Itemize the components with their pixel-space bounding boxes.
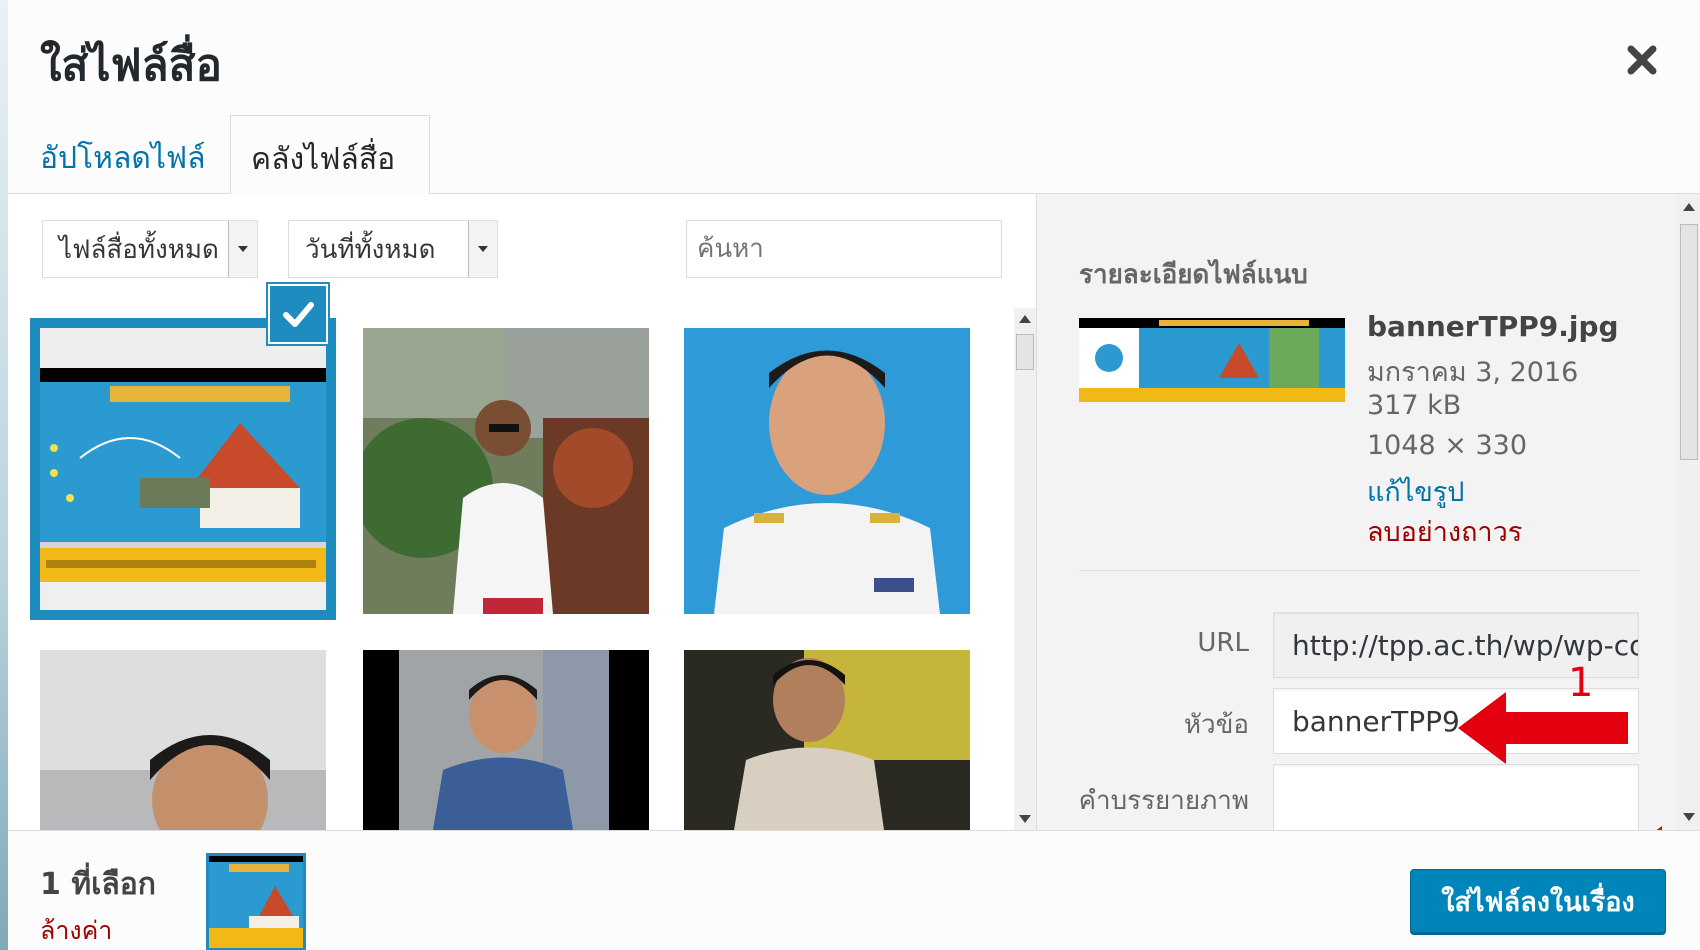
- sidebar-scrollbar[interactable]: [1677, 194, 1700, 830]
- edit-image-link[interactable]: แก้ไขรูป: [1367, 470, 1464, 513]
- attachment-thumbnail[interactable]: [363, 650, 649, 830]
- insert-into-post-button[interactable]: ใส่ไฟล์ลงในเรื่อง: [1410, 869, 1666, 933]
- tab-media-library[interactable]: คลังไฟล์สื่อ: [230, 115, 430, 195]
- checkmark-icon: [283, 302, 314, 327]
- attachment-thumbnail[interactable]: [40, 650, 326, 830]
- close-icon[interactable]: [1622, 40, 1662, 80]
- selection-thumbnail[interactable]: [206, 853, 306, 950]
- media-toolbar-footer: 1 ที่เลือก ล้างค่า ใส่ไฟล์ลงในเรื่อง: [8, 830, 1700, 950]
- media-modal: ใส่ไฟล์สื่อ อัปโหลดไฟล์ คลังไฟล์สื่อ ไฟล…: [8, 0, 1700, 950]
- details-filename: bannerTPP9.jpg: [1367, 310, 1619, 343]
- details-date: มกราคม 3, 2016: [1367, 357, 1579, 388]
- details-thumbnail: [1079, 318, 1345, 402]
- modal-title: ใส่ไฟล์สื่อ: [40, 40, 222, 91]
- delete-permanently-link[interactable]: ลบอย่างถาวร: [1367, 510, 1522, 553]
- date-filter-value: วันที่ทั้งหมด: [305, 234, 436, 265]
- scroll-up-icon[interactable]: [1678, 196, 1700, 218]
- details-filesize: 317 kB: [1367, 390, 1462, 421]
- attachments-browser: ไฟล์สื่อทั้งหมด วันที่ทั้งหมด: [8, 194, 1036, 830]
- attachment-thumbnail[interactable]: [363, 328, 649, 614]
- tab-upload-files[interactable]: อัปโหลดไฟล์: [40, 135, 206, 182]
- scroll-down-icon[interactable]: [1014, 808, 1036, 830]
- media-type-filter-value: ไฟล์สื่อทั้งหมด: [59, 234, 219, 265]
- date-filter[interactable]: วันที่ทั้งหมด: [288, 220, 498, 278]
- chevron-down-icon: [468, 221, 497, 277]
- selected-check-button[interactable]: [270, 286, 326, 342]
- media-type-filter[interactable]: ไฟล์สื่อทั้งหมด: [42, 220, 258, 278]
- attachment-thumbnail[interactable]: [684, 650, 970, 830]
- url-label: URL: [1197, 628, 1249, 658]
- search-input[interactable]: [686, 220, 1002, 278]
- annotation-arrow-icon: [1458, 692, 1638, 764]
- details-divider: [1079, 570, 1639, 571]
- title-label: หัวข้อ: [1183, 710, 1249, 740]
- details-heading: รายละเอียดไฟล์แนบ: [1079, 260, 1308, 290]
- sidebar-scrollbar-thumb[interactable]: [1680, 224, 1698, 460]
- attachment-thumbnail[interactable]: [40, 328, 326, 610]
- chevron-down-icon: [228, 221, 257, 277]
- attachment-thumbnail[interactable]: [684, 328, 970, 614]
- tab-media-library-label: คลังไฟล์สื่อ: [251, 142, 396, 177]
- grid-scrollbar[interactable]: [1014, 308, 1036, 830]
- grid-scrollbar-thumb[interactable]: [1016, 334, 1034, 370]
- background-decoration: [0, 0, 8, 950]
- caption-label: คำบรรยายภาพ: [1078, 786, 1249, 816]
- scroll-up-icon[interactable]: [1014, 308, 1036, 330]
- selection-count: 1 ที่เลือก: [40, 867, 156, 902]
- details-dimensions: 1048 × 330: [1367, 430, 1528, 461]
- scroll-down-icon[interactable]: [1678, 806, 1700, 828]
- clear-selection-link[interactable]: ล้างค่า: [40, 911, 112, 950]
